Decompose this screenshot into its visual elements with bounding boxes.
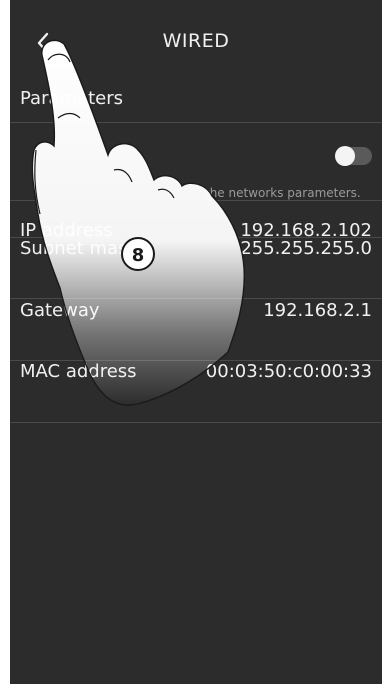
divider [10, 422, 382, 423]
parameters-section-label: Parameters [20, 88, 124, 109]
divider [10, 122, 382, 123]
dhcp-toggle[interactable] [335, 146, 372, 166]
subnet-mask-row: Subnet mask 255.255.255.0 [10, 218, 382, 280]
toggle-description: the networks parameters. [205, 186, 361, 200]
subnet-mask-label: Subnet mask [20, 238, 138, 259]
phone-screen: WIRED Parameters the networks parameters… [10, 0, 382, 684]
header: WIRED [10, 0, 382, 80]
gateway-label: Gateway [20, 300, 100, 321]
page-title: WIRED [162, 30, 230, 52]
mac-address-row: MAC address 00:03:50:c0:00:33 [10, 341, 382, 403]
toggle-knob [335, 146, 355, 166]
subnet-mask-value: 255.255.255.0 [240, 238, 372, 259]
gateway-value: 192.168.2.1 [263, 300, 372, 321]
mac-address-label: MAC address [20, 361, 137, 382]
gateway-row: Gateway 192.168.2.1 [10, 280, 382, 342]
mac-address-value: 00:03:50:c0:00:33 [205, 361, 372, 382]
